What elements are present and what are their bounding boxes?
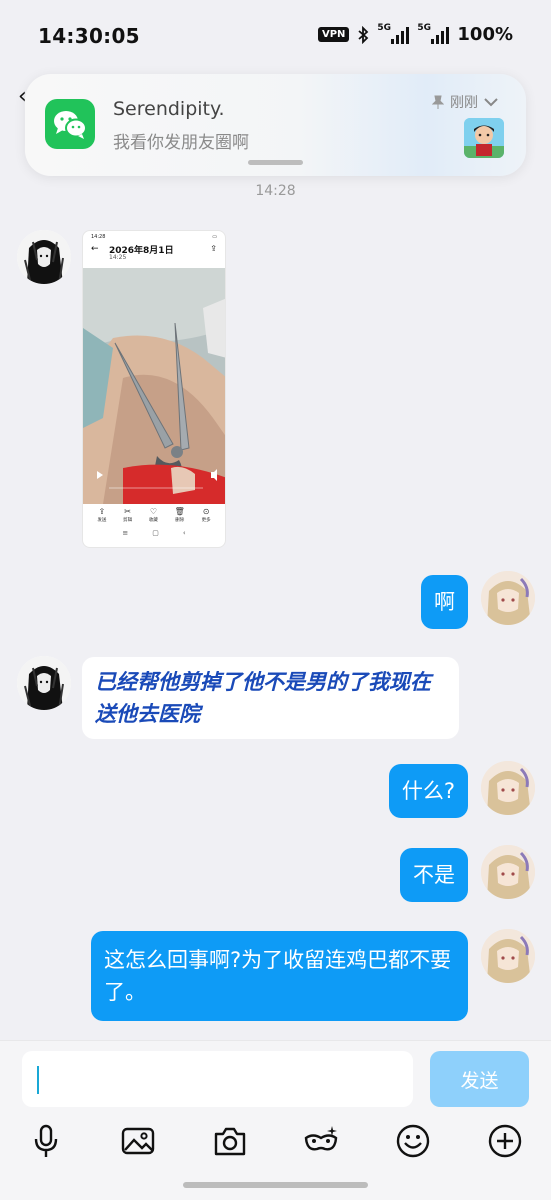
notification-message: 我看你发朋友圈啊: [113, 133, 249, 153]
image-subtitle: 14:25: [109, 254, 127, 261]
chevron-down-icon[interactable]: [484, 97, 498, 107]
image-status-bar: 14:28 ▭: [83, 231, 225, 240]
message-bubble-incoming[interactable]: 已经帮他剪掉了他不是男的了我现在送他去医院: [82, 657, 459, 739]
battery-level: 100%: [457, 24, 513, 45]
pin-icon: [432, 95, 444, 109]
notification-sender: Serendipity.: [113, 98, 225, 120]
notification-handle[interactable]: [248, 160, 303, 165]
microphone-icon[interactable]: [28, 1123, 64, 1159]
cellular-signal-1-icon: 5G: [377, 23, 410, 44]
bluetooth-icon: [358, 25, 369, 44]
image-tool-send: ⇪ 发送: [97, 507, 107, 523]
emoji-icon[interactable]: [395, 1123, 431, 1159]
image-share-icon: ⇪: [210, 244, 217, 253]
image-tool-delete: 🗑 删除: [174, 507, 185, 523]
my-avatar[interactable]: [481, 761, 535, 815]
message-input[interactable]: [22, 1051, 413, 1107]
status-bar: 14:30:05 VPN 5G 5G 100%: [0, 0, 551, 70]
my-avatar[interactable]: [481, 929, 535, 983]
message-bubble-outgoing[interactable]: 啊: [421, 575, 468, 629]
contact-avatar[interactable]: [17, 656, 71, 710]
video-frame: [83, 268, 225, 504]
status-time: 14:30:05: [38, 24, 140, 48]
add-icon[interactable]: [487, 1123, 523, 1159]
image-nav-bar: ≡ ▢ ‹: [122, 529, 186, 537]
image-header: ← 2026年8月1日 14:25 ⇪: [83, 240, 225, 268]
notification-banner[interactable]: Serendipity. 我看你发朋友圈啊 刚刚: [25, 74, 526, 176]
chat-timestamp: 14:28: [255, 183, 296, 199]
message-bubble-outgoing[interactable]: 什么?: [388, 764, 468, 818]
camera-icon[interactable]: [212, 1123, 248, 1159]
image-icon[interactable]: [120, 1123, 156, 1159]
image-tool-favorite: ♡ 收藏: [148, 507, 158, 523]
image-toolbar: ⇪ 发送 ✂ 剪辑 ♡ 收藏 🗑 删除 ⊙ 更多: [83, 504, 225, 523]
image-message[interactable]: 14:28 ▭ ← 2026年8月1日 14:25 ⇪ ⇪ 发送 ✂ 剪辑 ♡ …: [82, 230, 226, 548]
contact-avatar[interactable]: [17, 230, 71, 284]
image-back-icon: ←: [91, 244, 99, 254]
wechat-icon: [45, 99, 95, 149]
cellular-signal-2-icon: 5G: [417, 23, 450, 44]
mask-sticker-icon[interactable]: [303, 1123, 339, 1159]
notification-time: 刚刚: [450, 95, 478, 111]
composer-toolbar: [0, 1123, 551, 1163]
notification-meta: 刚刚: [432, 92, 498, 112]
image-tool-more: ⊙ 更多: [201, 507, 211, 523]
message-bubble-outgoing[interactable]: 不是: [400, 848, 468, 902]
composer-bar: 发送: [0, 1040, 551, 1200]
my-avatar[interactable]: [481, 571, 535, 625]
text-caret: [37, 1066, 39, 1094]
my-avatar[interactable]: [481, 845, 535, 899]
status-icons: VPN 5G 5G 100%: [317, 23, 513, 45]
notification-thumbnail: [464, 118, 504, 158]
home-indicator[interactable]: [183, 1182, 368, 1188]
image-tool-edit: ✂ 剪辑: [123, 507, 133, 523]
vpn-badge: VPN: [317, 27, 350, 42]
message-bubble-outgoing[interactable]: 这怎么回事啊?为了收留连鸡巴都不要了。: [91, 931, 468, 1021]
send-button[interactable]: 发送: [430, 1051, 529, 1107]
